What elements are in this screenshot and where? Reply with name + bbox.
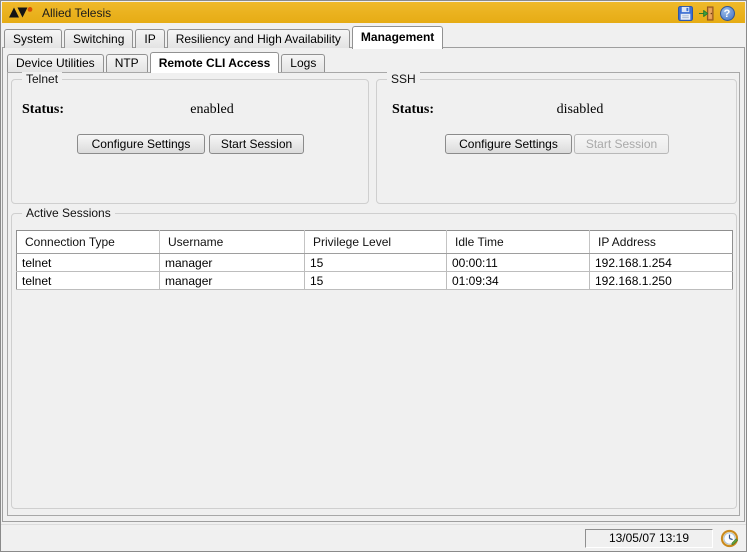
col-header-idle-time: Idle Time [447, 231, 590, 254]
cell-privilege-level: 15 [305, 254, 447, 272]
telnet-group: Telnet Status: enabled Configure Setting… [11, 79, 369, 204]
tab-management[interactable]: Management [352, 26, 443, 49]
app-title: Allied Telesis [42, 6, 111, 20]
tab-remote-cli-access[interactable]: Remote CLI Access [150, 52, 280, 73]
allied-telesis-logo-icon [9, 6, 34, 19]
table-row[interactable]: telnet manager 15 01:09:34 192.168.1.250 [17, 272, 733, 290]
cell-idle-time: 00:00:11 [447, 254, 590, 272]
save-icon[interactable] [677, 5, 693, 21]
cell-ip-address: 192.168.1.254 [590, 254, 733, 272]
help-icon[interactable]: ? [719, 5, 735, 21]
remote-cli-access-panel: Telnet Status: enabled Configure Setting… [7, 72, 740, 516]
active-sessions-table: Connection Type Username Privilege Level… [16, 230, 733, 290]
cell-ip-address: 192.168.1.250 [590, 272, 733, 290]
active-sessions-group: Active Sessions Connection Type Username… [11, 213, 737, 509]
ssh-status-value: disabled [470, 102, 690, 118]
ssh-status-label: Status: [392, 102, 434, 118]
cell-username: manager [160, 254, 305, 272]
management-panel: Device Utilities NTP Remote CLI Access L… [2, 47, 745, 522]
cell-privilege-level: 15 [305, 272, 447, 290]
main-tabstrip: System Switching IP Resiliency and High … [4, 25, 445, 48]
cell-idle-time: 01:09:34 [447, 272, 590, 290]
tab-logs[interactable]: Logs [281, 54, 325, 72]
telnet-status-value: enabled [102, 102, 322, 118]
tab-device-utilities[interactable]: Device Utilities [7, 54, 104, 72]
tab-switching[interactable]: Switching [64, 29, 133, 48]
col-header-privilege-level: Privilege Level [305, 231, 447, 254]
titlebar: Allied Telesis [2, 2, 745, 23]
ssh-group-title: SSH [387, 72, 420, 86]
tab-ip[interactable]: IP [135, 29, 164, 48]
ssh-configure-settings-button[interactable]: Configure Settings [445, 134, 572, 154]
telnet-start-session-button[interactable]: Start Session [209, 134, 304, 154]
tab-ntp[interactable]: NTP [106, 54, 148, 72]
col-header-connection-type: Connection Type [17, 231, 160, 254]
ssh-group: SSH Status: disabled Configure Settings … [376, 79, 737, 204]
exit-icon[interactable] [698, 5, 714, 21]
clock-edit-icon[interactable] [719, 528, 739, 548]
titlebar-actions: ? [677, 5, 735, 21]
telnet-configure-settings-button[interactable]: Configure Settings [77, 134, 205, 154]
cell-connection-type: telnet [17, 272, 160, 290]
active-sessions-group-title: Active Sessions [22, 206, 115, 220]
ssh-start-session-button: Start Session [574, 134, 669, 154]
telnet-group-title: Telnet [22, 72, 62, 86]
col-header-username: Username [160, 231, 305, 254]
datetime-display: 13/05/07 13:19 [585, 529, 713, 548]
statusbar: 13/05/07 13:19 [1, 524, 746, 551]
tab-resiliency[interactable]: Resiliency and High Availability [167, 29, 350, 48]
cell-username: manager [160, 272, 305, 290]
telnet-status-label: Status: [22, 102, 64, 118]
table-header-row: Connection Type Username Privilege Level… [17, 231, 733, 254]
col-header-ip-address: IP Address [590, 231, 733, 254]
app-window: Allied Telesis [0, 0, 747, 552]
cell-connection-type: telnet [17, 254, 160, 272]
tab-system[interactable]: System [4, 29, 62, 48]
table-row[interactable]: telnet manager 15 00:00:11 192.168.1.254 [17, 254, 733, 272]
sub-tabstrip: Device Utilities NTP Remote CLI Access L… [7, 51, 327, 72]
